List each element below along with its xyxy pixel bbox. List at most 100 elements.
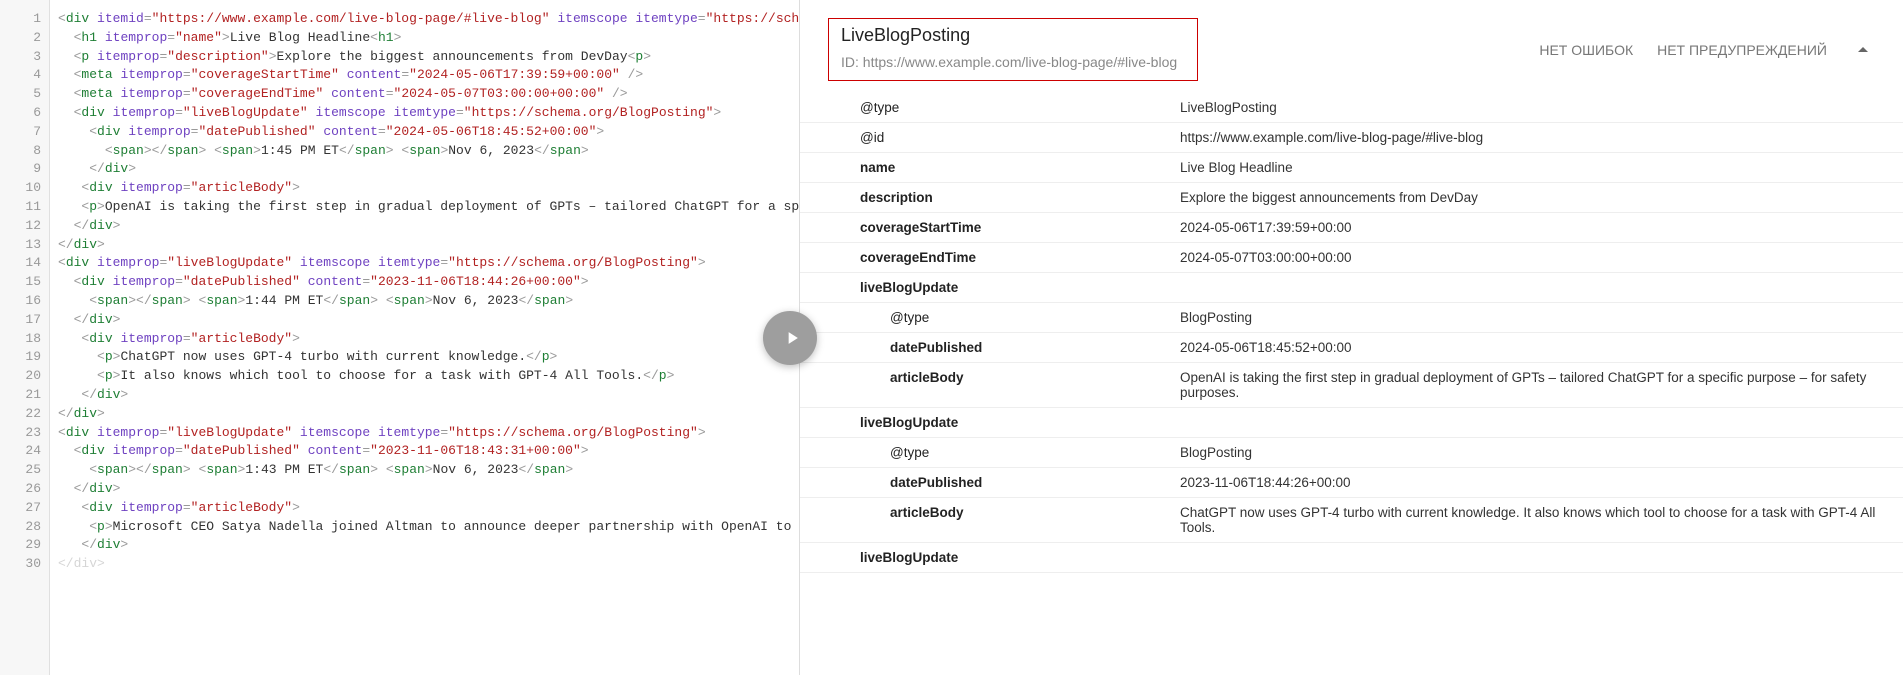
property-key: datePublished bbox=[800, 333, 1180, 363]
line-number: 23 bbox=[0, 424, 41, 443]
property-key: liveBlogUpdate bbox=[800, 543, 1180, 573]
entity-id-label: ID: https://www.example.com/live-blog-pa… bbox=[841, 54, 1185, 70]
line-number: 27 bbox=[0, 499, 41, 518]
code-line[interactable]: <div itemprop="articleBody"> bbox=[58, 330, 791, 349]
code-line[interactable]: <meta itemprop="coverageEndTime" content… bbox=[58, 85, 791, 104]
property-row[interactable]: @typeBlogPosting bbox=[800, 303, 1903, 333]
code-line[interactable]: </div> bbox=[58, 217, 791, 236]
property-value: BlogPosting bbox=[1180, 303, 1903, 333]
property-key: @type bbox=[800, 303, 1180, 333]
line-number: 7 bbox=[0, 123, 41, 142]
code-line[interactable]: </div> bbox=[58, 311, 791, 330]
code-line[interactable]: </div> bbox=[58, 160, 791, 179]
property-value: Explore the biggest announcements from D… bbox=[1180, 183, 1903, 213]
property-key: @id bbox=[800, 123, 1180, 153]
property-row[interactable]: coverageEndTime2024-05-07T03:00:00+00:00 bbox=[800, 243, 1903, 273]
code-line[interactable]: <div itemprop="datePublished" content="2… bbox=[58, 273, 791, 292]
no-errors-label: НЕТ ОШИБОК bbox=[1539, 42, 1633, 58]
property-row[interactable]: liveBlogUpdate bbox=[800, 273, 1903, 303]
property-row[interactable]: nameLive Blog Headline bbox=[800, 153, 1903, 183]
property-row[interactable]: articleBodyChatGPT now uses GPT-4 turbo … bbox=[800, 498, 1903, 543]
code-line[interactable]: <p>OpenAI is taking the first step in gr… bbox=[58, 198, 791, 217]
chevron-up-icon[interactable] bbox=[1851, 38, 1875, 62]
results-header: LiveBlogPosting ID: https://www.example.… bbox=[800, 0, 1903, 83]
property-value: BlogPosting bbox=[1180, 438, 1903, 468]
line-number: 13 bbox=[0, 236, 41, 255]
property-key: articleBody bbox=[800, 363, 1180, 408]
code-line[interactable]: </div> bbox=[58, 536, 791, 555]
property-value: 2024-05-07T03:00:00+00:00 bbox=[1180, 243, 1903, 273]
property-key: liveBlogUpdate bbox=[800, 408, 1180, 438]
property-row[interactable]: coverageStartTime2024-05-06T17:39:59+00:… bbox=[800, 213, 1903, 243]
code-line[interactable]: <span></span> <span>1:43 PM ET</span> <s… bbox=[58, 461, 791, 480]
property-row[interactable]: @idhttps://www.example.com/live-blog-pag… bbox=[800, 123, 1903, 153]
code-line[interactable]: <p>Microsoft CEO Satya Nadella joined Al… bbox=[58, 518, 791, 537]
line-number: 30 bbox=[0, 555, 41, 574]
code-line[interactable]: <span></span> <span>1:45 PM ET</span> <s… bbox=[58, 142, 791, 161]
property-key: coverageEndTime bbox=[800, 243, 1180, 273]
property-value: 2023-11-06T18:44:26+00:00 bbox=[1180, 468, 1903, 498]
line-number: 1 bbox=[0, 10, 41, 29]
line-number: 2 bbox=[0, 29, 41, 48]
line-number: 8 bbox=[0, 142, 41, 161]
code-line[interactable]: <span></span> <span>1:44 PM ET</span> <s… bbox=[58, 292, 791, 311]
line-number: 9 bbox=[0, 160, 41, 179]
code-line[interactable]: </div> bbox=[58, 555, 791, 574]
line-number: 22 bbox=[0, 405, 41, 424]
property-row[interactable]: datePublished2023-11-06T18:44:26+00:00 bbox=[800, 468, 1903, 498]
code-line[interactable]: <h1 itemprop="name">Live Blog Headline<h… bbox=[58, 29, 791, 48]
code-line[interactable]: <div itemid="https://www.example.com/liv… bbox=[58, 10, 791, 29]
code-line[interactable]: <div itemprop="datePublished" content="2… bbox=[58, 123, 791, 142]
line-number: 12 bbox=[0, 217, 41, 236]
line-number: 26 bbox=[0, 480, 41, 499]
status-area: НЕТ ОШИБОК НЕТ ПРЕДУПРЕЖДЕНИЙ bbox=[1539, 38, 1875, 62]
no-warnings-label: НЕТ ПРЕДУПРЕЖДЕНИЙ bbox=[1657, 42, 1827, 58]
entity-type-title: LiveBlogPosting bbox=[841, 25, 1185, 46]
property-key: coverageStartTime bbox=[800, 213, 1180, 243]
line-number: 5 bbox=[0, 85, 41, 104]
property-value: ChatGPT now uses GPT-4 turbo with curren… bbox=[1180, 498, 1903, 543]
property-key: description bbox=[800, 183, 1180, 213]
property-row[interactable]: liveBlogUpdate bbox=[800, 408, 1903, 438]
code-line[interactable]: <div itemprop="liveBlogUpdate" itemscope… bbox=[58, 104, 791, 123]
code-line[interactable]: <div itemprop="datePublished" content="2… bbox=[58, 442, 791, 461]
property-row[interactable]: liveBlogUpdate bbox=[800, 543, 1903, 573]
properties-table: @typeLiveBlogPosting@idhttps://www.examp… bbox=[800, 93, 1903, 573]
property-row[interactable]: datePublished2024-05-06T18:45:52+00:00 bbox=[800, 333, 1903, 363]
line-number: 18 bbox=[0, 330, 41, 349]
code-content[interactable]: <div itemid="https://www.example.com/liv… bbox=[50, 0, 799, 675]
code-line[interactable]: <p>It also knows which tool to choose fo… bbox=[58, 367, 791, 386]
property-row[interactable]: articleBodyOpenAI is taking the first st… bbox=[800, 363, 1903, 408]
run-test-button[interactable] bbox=[763, 311, 817, 365]
line-number: 4 bbox=[0, 66, 41, 85]
line-number: 25 bbox=[0, 461, 41, 480]
property-key: name bbox=[800, 153, 1180, 183]
code-line[interactable]: </div> bbox=[58, 405, 791, 424]
code-line[interactable]: </div> bbox=[58, 236, 791, 255]
property-row[interactable]: @typeBlogPosting bbox=[800, 438, 1903, 468]
code-line[interactable]: <div itemprop="liveBlogUpdate" itemscope… bbox=[58, 254, 791, 273]
line-number: 16 bbox=[0, 292, 41, 311]
code-line[interactable]: <meta itemprop="coverageStartTime" conte… bbox=[58, 66, 791, 85]
code-line[interactable]: <div itemprop="articleBody"> bbox=[58, 179, 791, 198]
line-number: 17 bbox=[0, 311, 41, 330]
play-icon bbox=[782, 328, 802, 348]
property-value: 2024-05-06T18:45:52+00:00 bbox=[1180, 333, 1903, 363]
property-value: LiveBlogPosting bbox=[1180, 93, 1903, 123]
entity-header-box[interactable]: LiveBlogPosting ID: https://www.example.… bbox=[828, 18, 1198, 81]
results-panel: LiveBlogPosting ID: https://www.example.… bbox=[800, 0, 1903, 675]
line-number: 14 bbox=[0, 254, 41, 273]
code-line[interactable]: </div> bbox=[58, 480, 791, 499]
code-line[interactable]: </div> bbox=[58, 386, 791, 405]
code-line[interactable]: <div itemprop="articleBody"> bbox=[58, 499, 791, 518]
property-row[interactable]: @typeLiveBlogPosting bbox=[800, 93, 1903, 123]
line-number-gutter: 1234567891011121314151617181920212223242… bbox=[0, 0, 50, 675]
line-number: 20 bbox=[0, 367, 41, 386]
line-number: 15 bbox=[0, 273, 41, 292]
line-number: 24 bbox=[0, 442, 41, 461]
code-line[interactable]: <div itemprop="liveBlogUpdate" itemscope… bbox=[58, 424, 791, 443]
line-number: 6 bbox=[0, 104, 41, 123]
code-line[interactable]: <p itemprop="description">Explore the bi… bbox=[58, 48, 791, 67]
property-row[interactable]: descriptionExplore the biggest announcem… bbox=[800, 183, 1903, 213]
code-line[interactable]: <p>ChatGPT now uses GPT-4 turbo with cur… bbox=[58, 348, 791, 367]
